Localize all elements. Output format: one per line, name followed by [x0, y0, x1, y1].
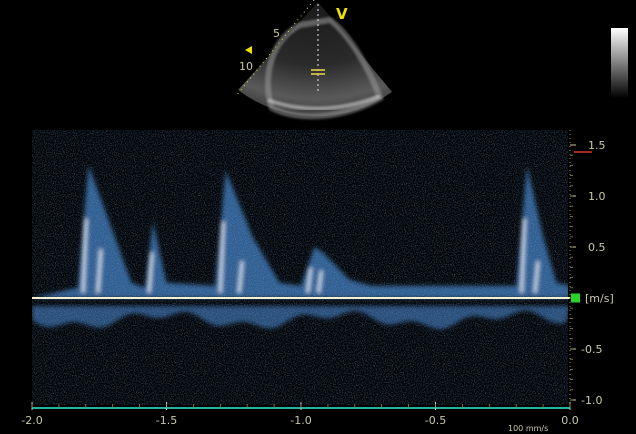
time-tick-label: -1.5 [156, 414, 177, 427]
velocity-axis: 1.5 1.0 0.5 -0.5 -1.0 [569, 130, 606, 407]
velocity-tick-label: 1.5 [588, 139, 606, 152]
depth-label-5: 5 [273, 27, 280, 40]
ultrasound-display: 5 10 V 1.51.00.5-0.5-1.0 [m/s] -2.0 -1.5-… [21, 0, 628, 433]
doppler-spectrum [32, 130, 568, 405]
depth-label-10: 10 [239, 60, 253, 73]
time-tick-label: -1.0 [290, 414, 311, 427]
time-tick-label: -0.5 [425, 414, 446, 427]
focus-marker-icon [245, 46, 252, 54]
velocity-tick-label: -1.0 [581, 394, 602, 407]
orientation-marker: V [336, 5, 348, 23]
velocity-tick-label: -0.5 [581, 343, 602, 356]
velocity-unit-label: [m/s] [585, 292, 614, 305]
echo-sector-view: 5 10 V [235, 0, 392, 120]
velocity-tick-label: 0.5 [588, 241, 606, 254]
sweep-speed-label: 100 mm/s [508, 424, 548, 433]
grayscale-bar [611, 28, 628, 98]
time-tick-label: -2.0 [21, 414, 42, 427]
baseline-cursor-handle[interactable] [571, 293, 580, 303]
time-axis: -2.0 -1.5 -1.0 -0.5 0.0 [21, 402, 579, 427]
velocity-tick-label: 1.0 [588, 190, 606, 203]
time-tick-label: 0.0 [561, 414, 579, 427]
